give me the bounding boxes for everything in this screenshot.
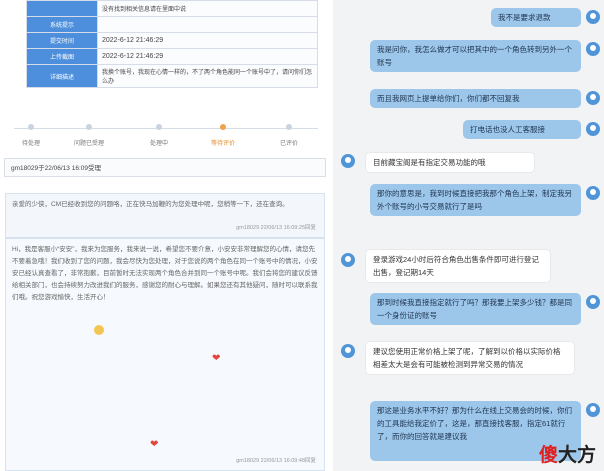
ticket-row: 提交时间 2022-6-12 21:46:29: [26, 32, 318, 49]
row-value: 没有找到相关信息请在里面中说: [97, 0, 318, 17]
ticket-row: 详细描述 我换个账号，我现在心情一样的，不了两个角色能同一个账号中了，请问你们怎…: [26, 64, 318, 88]
ticket-row: 上传截图 2022-6-12 21:46:29: [26, 48, 318, 65]
chat-bubble-me: 那到时候我直接指定就行了吗？那我要上架多少钱？都是同一个身份证的账号: [370, 293, 581, 325]
accepted-time-bar: gm18029于22/06/13 16:09受理: [4, 158, 326, 177]
step-label: 待处理: [21, 141, 40, 147]
site-watermark-logo: 傻大方: [539, 440, 596, 467]
chat-bubble-agent: 目前藏宝阁是有指定交易功能的哦: [365, 152, 535, 173]
heart-icon: ❤: [150, 439, 159, 450]
step-label: 已评价: [279, 141, 298, 147]
chat-panel: 我不是要求退款 我是问你，我怎么做才可以把其中的一个角色转到另外一个账号 而且我…: [333, 0, 604, 471]
gm-reply-1: 亲爱的少侠，CM已经收到您的问题咯，正在快马加鞭的为您处理中呢，您稍等一下，还在…: [5, 193, 325, 238]
row-label: 系统提示: [26, 16, 98, 33]
row-label: 详细描述: [26, 64, 98, 88]
ticket-row: 没有找到相关信息请在里面中说: [26, 0, 318, 17]
heart-icon: ❤: [212, 353, 221, 364]
logo-char: 傻: [538, 445, 558, 466]
step-accepted: 问题已受理: [64, 124, 114, 147]
step-label: 等待评价: [210, 141, 235, 147]
ticket-panel: 没有找到相关信息请在里面中说 系统提示 提交时间 2022-6-12 21:46…: [0, 0, 333, 471]
chat-bubble-me: 我是问你，我怎么做才可以把其中的一个角色转到另外一个账号: [370, 40, 581, 72]
reply-body: Hi，我是客服小“安安”，我来为您服务，我来说一说，希望您不要介意，小安安非常理…: [12, 246, 318, 301]
row-label: 提交时间: [26, 32, 98, 49]
gm-reply-2: Hi，我是客服小“安安”，我来为您服务，我来说一说，希望您不要介意，小安安非常理…: [5, 238, 325, 471]
step-label: 处理中: [149, 141, 168, 147]
step-label: 问题已受理: [73, 141, 104, 147]
reply-body: 亲爱的少侠，CM已经收到您的问题咯，正在快马加鞭的为您处理中呢，您稍等一下，还在…: [12, 201, 289, 208]
logo-text: 大方: [557, 445, 596, 466]
user-avatar-icon: [586, 295, 600, 309]
step-dot: [286, 124, 292, 130]
step-await-rating: 等待评价: [198, 124, 248, 147]
step-dot: [28, 124, 34, 130]
step-dot: [156, 124, 162, 130]
chat-bubble-me: 我不是要求退款: [491, 8, 581, 27]
step-pending: 待处理: [6, 124, 56, 147]
reply-meta: gm18029 22/06/13 16:09:48回复: [236, 458, 316, 464]
chat-bubble-agent: 建议您使用正常价格上架了呢，了解到以价格以实际价格相差太大是会有可能被检测到异常…: [365, 341, 575, 375]
user-avatar-icon: [586, 10, 600, 24]
user-avatar-icon: [586, 403, 600, 417]
user-avatar-icon: [586, 122, 600, 136]
user-avatar-icon: [586, 186, 600, 200]
ticket-row: 系统提示: [26, 16, 318, 33]
agent-avatar-icon: [341, 253, 355, 267]
step-processing: 处理中: [134, 124, 184, 147]
chat-bubble-me: 打电话也没人工客服接: [463, 120, 581, 139]
smile-emoji-icon: [94, 325, 104, 335]
user-avatar-icon: [586, 42, 600, 56]
reply-meta: gm18029 22/06/13 16:09:25回复: [236, 225, 316, 231]
chat-bubble-me: 那你的意思是，我到时候直接把我那个角色上架，制定我另外个账号的小号交易就行了是吗: [370, 184, 581, 216]
screenshot-time: 2022-6-12 21:46:29: [97, 48, 318, 65]
row-label: [26, 0, 98, 17]
agent-avatar-icon: [341, 344, 355, 358]
progress-steps: 待处理 问题已受理 处理中 等待评价 已评价: [6, 116, 326, 156]
submit-time: 2022-6-12 21:46:29: [97, 32, 318, 49]
row-value: [97, 16, 318, 33]
step-dot: [86, 124, 92, 130]
step-dot: [220, 124, 226, 130]
user-avatar-icon: [586, 91, 600, 105]
row-label: 上传截图: [26, 48, 98, 65]
detail-description: 我换个账号，我现在心情一样的，不了两个角色能同一个账号中了，请问你们怎么办: [97, 64, 318, 88]
step-rated: 已评价: [264, 124, 314, 147]
agent-avatar-icon: [341, 154, 355, 168]
chat-bubble-me: 而且我网页上提单给你们，你们都不回复我: [370, 89, 581, 108]
chat-bubble-agent: 登录游戏24小时后符合角色出售条件即可进行登记出售，登记期14天: [365, 249, 551, 283]
ticket-info-table: 没有找到相关信息请在里面中说 系统提示 提交时间 2022-6-12 21:46…: [26, 0, 318, 88]
